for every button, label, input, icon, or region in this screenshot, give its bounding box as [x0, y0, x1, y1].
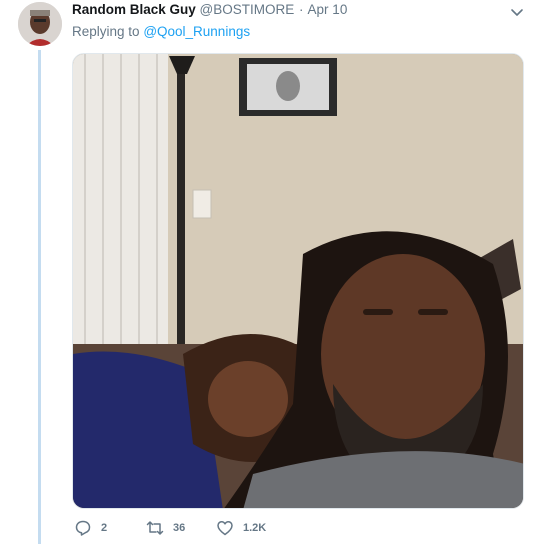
retweet-count: 36	[173, 522, 186, 534]
heart-icon	[217, 521, 233, 536]
separator-dot: ·	[299, 2, 304, 17]
author-name[interactable]: Random Black Guy	[72, 2, 196, 17]
reply-count: 2	[101, 522, 108, 534]
replying-to-line: Replying to @Qool_Runnings	[72, 24, 250, 39]
replying-to-mention[interactable]: @Qool_Runnings	[143, 24, 250, 39]
author-handle[interactable]: @BOSTIMORE	[200, 2, 295, 17]
reply-icon	[75, 520, 91, 536]
tweet-photo[interactable]	[72, 53, 524, 509]
reply-button[interactable]: 2	[74, 518, 107, 538]
chevron-down-icon[interactable]	[509, 4, 525, 20]
tweet-date[interactable]: Apr 10	[308, 2, 348, 17]
like-button[interactable]: 1.2K	[216, 518, 266, 538]
retweet-button[interactable]: 36	[146, 518, 185, 538]
replying-prefix: Replying to	[72, 24, 140, 39]
avatar[interactable]	[18, 2, 62, 46]
tweet-actions: 2 36 1.2K	[72, 518, 492, 538]
retweet-icon	[146, 521, 164, 535]
like-count: 1.2K	[243, 522, 267, 534]
tweet-header: Random Black Guy @BOSTIMORE · Apr 10	[72, 2, 499, 18]
thread-connector-line	[38, 50, 41, 544]
